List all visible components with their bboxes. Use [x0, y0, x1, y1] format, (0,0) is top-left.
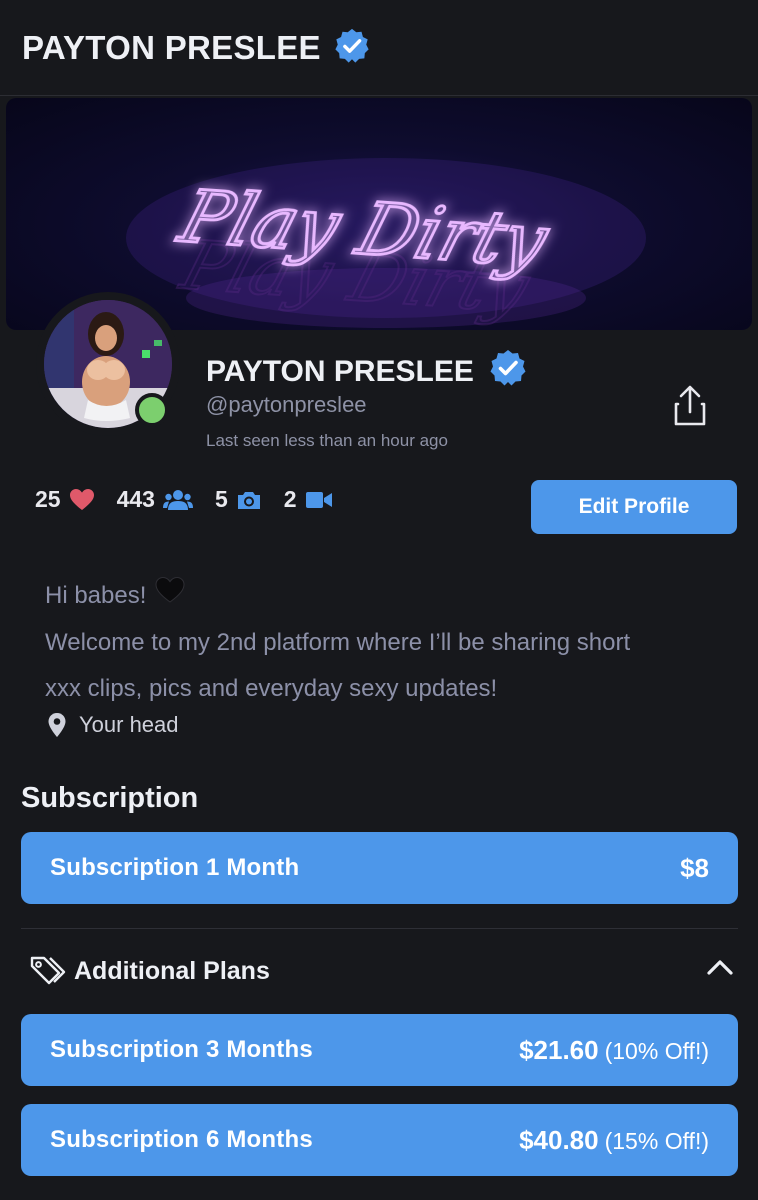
plan-label: Subscription 1 Month [50, 854, 300, 881]
plan-label: Subscription 3 Months [50, 1036, 313, 1063]
subscription-6-months-button[interactable]: Subscription 6 Months $40.80 (15% Off!) [21, 1104, 738, 1176]
plan-discount: (15% Off!) [604, 1127, 709, 1154]
stat-fans: 443 [117, 486, 193, 513]
plan-discount: (10% Off!) [604, 1037, 709, 1064]
stat-videos: 2 [284, 486, 333, 513]
edit-profile-button[interactable]: Edit Profile [531, 480, 737, 534]
plan-label: Subscription 6 Months [50, 1126, 313, 1153]
subscription-1-month-button[interactable]: Subscription 1 Month $8 [21, 832, 738, 904]
profile-name: PAYTON PRESLEE [206, 355, 474, 388]
camera-icon [237, 491, 260, 509]
verified-badge-icon [488, 348, 528, 396]
additional-plans-toggle[interactable]: Additional Plans [28, 954, 740, 988]
share-button[interactable] [668, 382, 712, 430]
plan-price-group: $40.80 (15% Off!) [519, 1125, 709, 1156]
likes-count: 25 [35, 486, 61, 512]
divider [21, 928, 738, 929]
plan-price: $40.80 [519, 1124, 599, 1155]
profile-name-row: PAYTON PRESLEE [206, 348, 528, 396]
fans-count: 443 [116, 486, 155, 512]
last-seen-text: Last seen less than an hour ago [206, 431, 448, 450]
bio-greeting: Hi babes! [45, 582, 147, 609]
online-status-dot [135, 393, 169, 427]
stat-photos: 5 [215, 486, 262, 513]
profile-bio: Hi babes! Welcome to my 2nd platform whe… [45, 573, 745, 712]
chevron-up-icon[interactable] [706, 958, 734, 976]
black-heart-emoji [154, 574, 186, 620]
tag-icon [30, 956, 66, 985]
subscription-title: Subscription [21, 782, 199, 814]
profile-handle: @paytonpreslee [206, 392, 367, 417]
subscription-3-months-button[interactable]: Subscription 3 Months $21.60 (10% Off!) [21, 1014, 738, 1086]
additional-plans-label: Additional Plans [74, 956, 270, 985]
heart-icon [69, 488, 94, 510]
map-pin-icon [48, 713, 66, 737]
plan-price: $21.60 [519, 1034, 599, 1065]
videos-count: 2 [283, 486, 297, 512]
profile-stats: 25 443 5 2 [35, 486, 355, 513]
photos-count: 5 [214, 486, 228, 512]
bio-line: Welcome to my 2nd platform where I’ll be… [45, 628, 631, 656]
header-title: PAYTON PRESLEE [22, 28, 321, 66]
top-bar: PAYTON PRESLEE [0, 0, 758, 96]
bio-line: xxx clips, pics and everyday sexy update… [45, 674, 498, 702]
location-text: Your head [79, 712, 179, 737]
stat-likes: 25 [35, 486, 95, 513]
users-icon [162, 489, 193, 510]
profile-location: Your head [47, 712, 179, 738]
bio-line: Hi babes! [45, 573, 745, 620]
verified-badge-icon [333, 27, 371, 70]
share-icon [674, 385, 706, 426]
plan-price-group: $21.60 (10% Off!) [519, 1035, 709, 1066]
plan-price: $8 [680, 852, 709, 883]
video-icon [305, 491, 332, 508]
